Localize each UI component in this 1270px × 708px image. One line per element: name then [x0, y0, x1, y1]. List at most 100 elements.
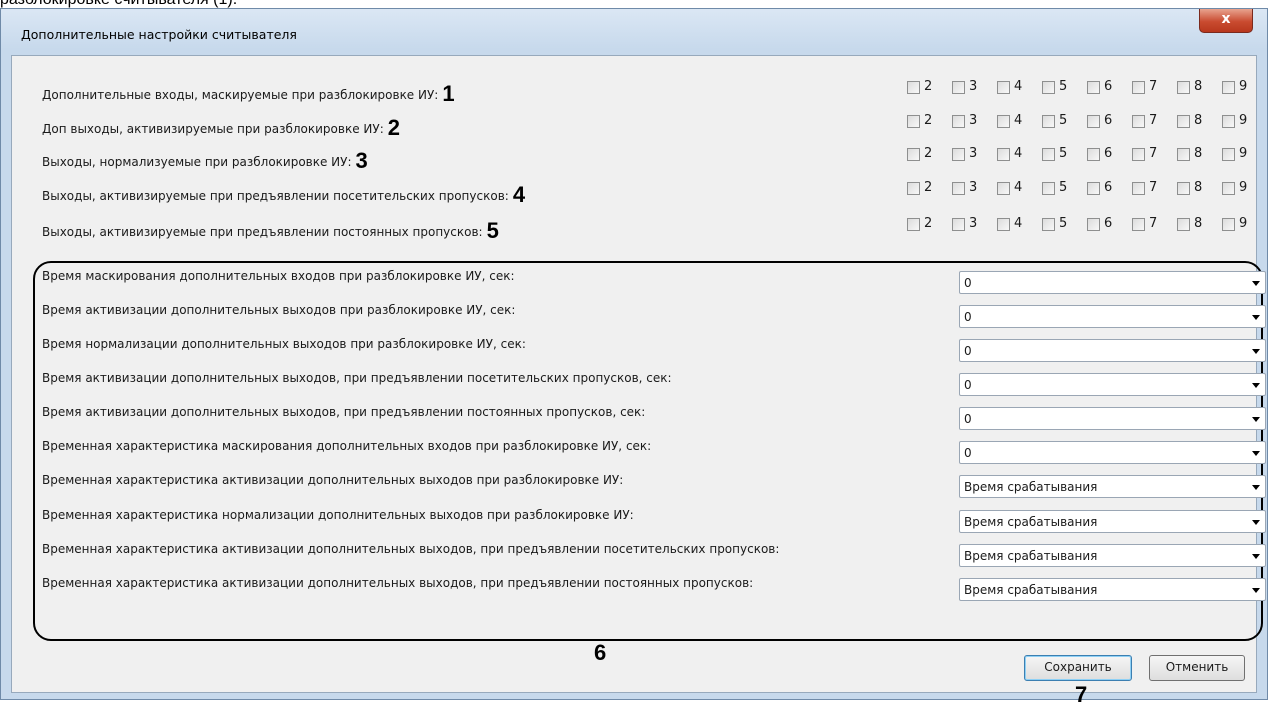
select-value: 0: [964, 276, 972, 290]
checkbox-label: 4: [1014, 216, 1023, 231]
checkbox-8[interactable]: [1177, 182, 1190, 195]
timing-select[interactable]: 0: [959, 305, 1266, 328]
checkbox-5[interactable]: [1042, 115, 1055, 128]
checkbox-label: 4: [1014, 113, 1023, 128]
checkbox-6[interactable]: [1087, 115, 1100, 128]
checkbox-9[interactable]: [1222, 115, 1235, 128]
checkbox-label: 3: [969, 180, 978, 195]
timing-select[interactable]: 0: [959, 441, 1266, 464]
timing-row-label: Временная характеристика активизации доп…: [42, 542, 780, 556]
timing-row-label: Временная характеристика нормализации до…: [42, 508, 634, 522]
checkbox-2[interactable]: [907, 148, 920, 161]
checkbox-label: 7: [1149, 113, 1158, 128]
chevron-down-icon[interactable]: [1252, 451, 1260, 456]
checkbox-8[interactable]: [1177, 115, 1190, 128]
chevron-down-icon[interactable]: [1252, 315, 1260, 320]
checkbox-3[interactable]: [952, 182, 965, 195]
checkbox-4[interactable]: [997, 115, 1010, 128]
checkbox-3[interactable]: [952, 115, 965, 128]
marker-7: 7: [1075, 682, 1088, 707]
checkbox-3[interactable]: [952, 218, 965, 231]
checkbox-label: 7: [1149, 79, 1158, 94]
checkbox-5[interactable]: [1042, 218, 1055, 231]
checkbox-label: 9: [1239, 180, 1248, 195]
close-button[interactable]: x: [1199, 9, 1253, 33]
checkbox-9[interactable]: [1222, 81, 1235, 94]
timing-select[interactable]: Время срабатывания: [959, 544, 1266, 567]
select-value: Время срабатывания: [964, 480, 1098, 494]
checkbox-4[interactable]: [997, 81, 1010, 94]
chevron-down-icon[interactable]: [1252, 349, 1260, 354]
checkbox-6[interactable]: [1087, 81, 1100, 94]
timing-select[interactable]: Время срабатывания: [959, 578, 1266, 601]
checkbox-6[interactable]: [1087, 148, 1100, 161]
checkbox-label: 8: [1194, 146, 1203, 161]
row-label-text: Доп выходы, активизируемые при разблокир…: [42, 122, 384, 136]
checkbox-label: 6: [1104, 146, 1113, 161]
timing-select[interactable]: Время срабатывания: [959, 510, 1266, 533]
checkbox-3[interactable]: [952, 81, 965, 94]
row-marker-number: 1: [442, 81, 455, 106]
checkbox-8[interactable]: [1177, 218, 1190, 231]
chevron-down-icon[interactable]: [1252, 554, 1260, 559]
marker-6: 6: [594, 640, 607, 665]
checkbox-5[interactable]: [1042, 148, 1055, 161]
checkbox-7[interactable]: [1132, 148, 1145, 161]
checkbox-4[interactable]: [997, 148, 1010, 161]
dialog-content: Дополнительные входы, маскируемые при ра…: [11, 55, 1266, 707]
checkbox-label: 5: [1059, 216, 1068, 231]
checkbox-row-label: Дополнительные входы, маскируемые при ра…: [42, 79, 455, 106]
checkbox-5[interactable]: [1042, 182, 1055, 195]
chevron-down-icon[interactable]: [1252, 281, 1260, 286]
timing-select[interactable]: Время срабатывания: [959, 475, 1266, 498]
checkbox-4[interactable]: [997, 218, 1010, 231]
chevron-down-icon[interactable]: [1252, 588, 1260, 593]
checkbox-9[interactable]: [1222, 182, 1235, 195]
row-marker-number: 3: [355, 148, 368, 173]
checkbox-2[interactable]: [907, 115, 920, 128]
row-marker-number: 4: [512, 182, 526, 207]
checkbox-6[interactable]: [1087, 182, 1100, 195]
checkbox-label: 7: [1149, 216, 1158, 231]
checkbox-2[interactable]: [907, 182, 920, 195]
checkbox-8[interactable]: [1177, 148, 1190, 161]
checkbox-5[interactable]: [1042, 81, 1055, 94]
checkbox-7[interactable]: [1132, 182, 1145, 195]
chevron-down-icon[interactable]: [1252, 383, 1260, 388]
checkbox-label: 7: [1149, 180, 1158, 195]
timing-select[interactable]: 0: [959, 339, 1266, 362]
checkbox-7[interactable]: [1132, 218, 1145, 231]
select-value: 0: [964, 378, 972, 392]
checkbox-label: 5: [1059, 79, 1068, 94]
checkbox-8[interactable]: [1177, 81, 1190, 94]
timing-row-label: Время маскирования дополнительных входов…: [42, 269, 515, 283]
checkbox-6[interactable]: [1087, 218, 1100, 231]
timing-select[interactable]: 0: [959, 407, 1266, 430]
timing-select[interactable]: 0: [959, 271, 1266, 294]
checkbox-2[interactable]: [907, 218, 920, 231]
cancel-button[interactable]: Отменить: [1149, 655, 1245, 681]
checkbox-label: 2: [924, 79, 933, 94]
checkbox-label: 2: [924, 113, 933, 128]
timing-select[interactable]: 0: [959, 373, 1266, 396]
chevron-down-icon[interactable]: [1252, 485, 1260, 490]
checkbox-label: 3: [969, 146, 978, 161]
select-value: 0: [964, 446, 972, 460]
chevron-down-icon[interactable]: [1252, 417, 1260, 422]
save-button[interactable]: Сохранить: [1024, 655, 1132, 681]
reader-settings-dialog: Дополнительные настройки считывателя x Д…: [0, 8, 1268, 707]
checkbox-9[interactable]: [1222, 218, 1235, 231]
checkbox-label: 6: [1104, 113, 1113, 128]
chevron-down-icon[interactable]: [1252, 520, 1260, 525]
checkbox-2[interactable]: [907, 81, 920, 94]
select-value: 0: [964, 344, 972, 358]
checkbox-4[interactable]: [997, 182, 1010, 195]
checkbox-label: 9: [1239, 146, 1248, 161]
checkbox-label: 4: [1014, 146, 1023, 161]
checkbox-7[interactable]: [1132, 81, 1145, 94]
checkbox-row-label: Доп выходы, активизируемые при разблокир…: [42, 113, 400, 140]
title-bar[interactable]: Дополнительные настройки считывателя x: [1, 9, 1267, 55]
checkbox-7[interactable]: [1132, 115, 1145, 128]
checkbox-9[interactable]: [1222, 148, 1235, 161]
checkbox-3[interactable]: [952, 148, 965, 161]
